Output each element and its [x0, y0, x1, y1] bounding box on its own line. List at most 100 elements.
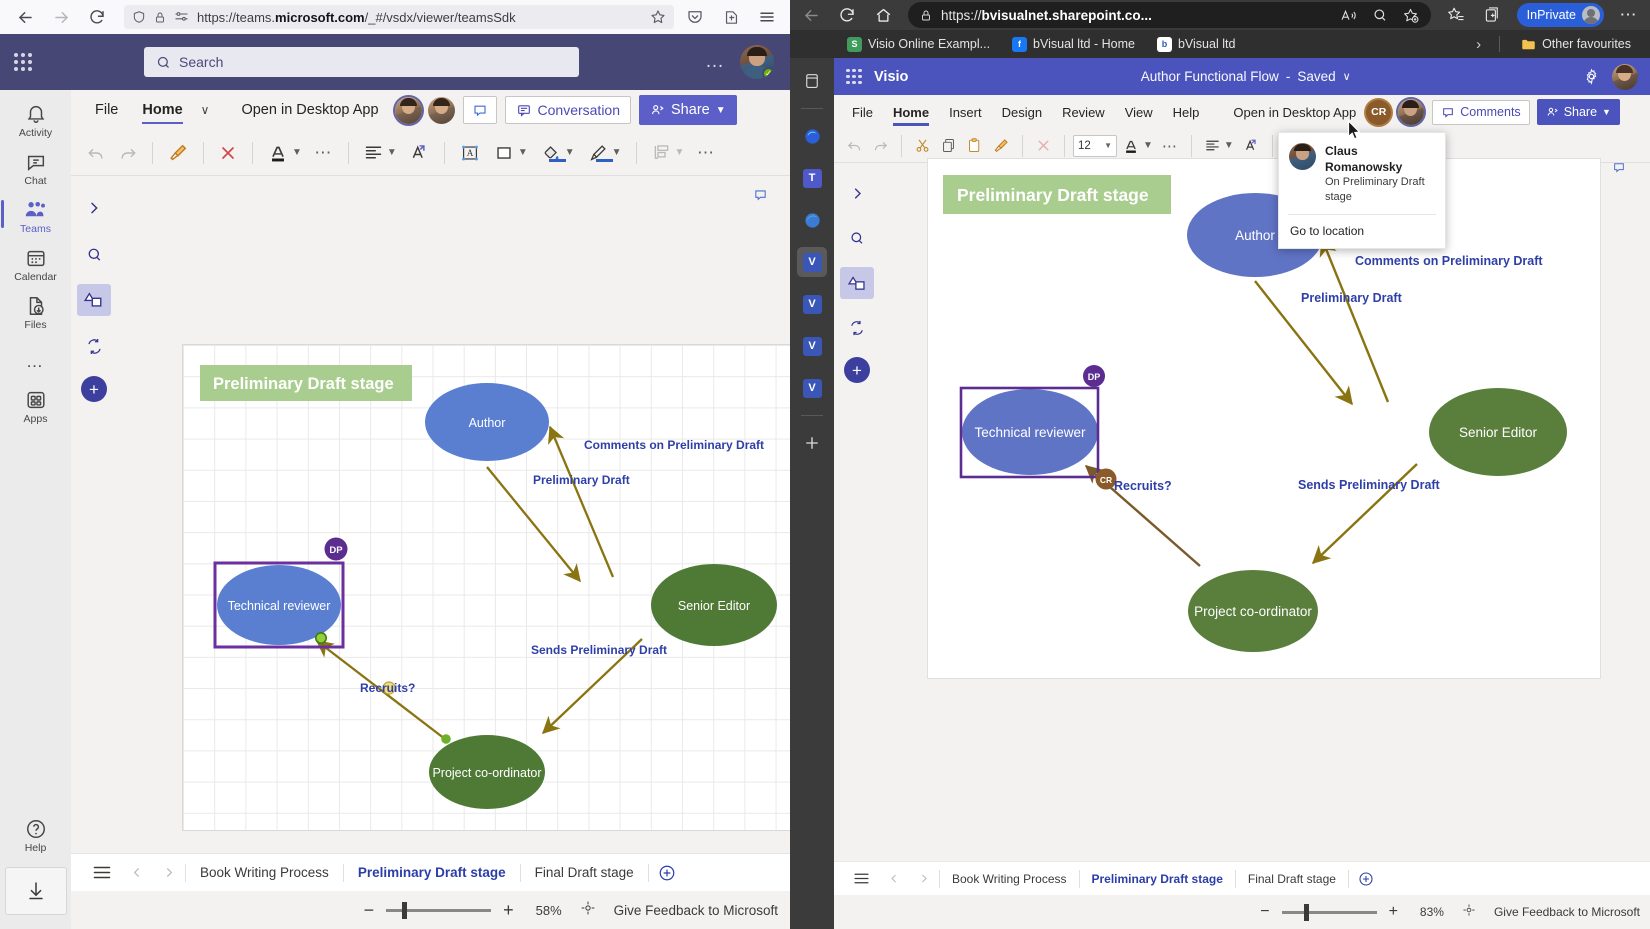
page-tab-preliminary-draft-stage[interactable]: Preliminary Draft stage — [1080, 872, 1235, 886]
sidebar-item-apps[interactable]: Apps — [6, 382, 66, 430]
comment-bubble-icon[interactable] — [1612, 161, 1626, 174]
visio-icon[interactable]: V — [797, 331, 827, 361]
favourite-bvisual-ltd[interactable]: b bVisual ltd — [1146, 36, 1246, 52]
plus-circle-icon[interactable] — [1349, 871, 1383, 887]
address-bar[interactable]: https://bvisualnet.sharepoint.co... — [908, 2, 1431, 28]
edge-icon[interactable] — [797, 205, 827, 235]
sidebar-item-chat[interactable]: Chat — [6, 144, 66, 192]
sidebar-item-calendar[interactable]: Calendar — [6, 240, 66, 288]
overflow-dots-icon[interactable]: ⋯ — [691, 137, 721, 169]
zoom-out-button[interactable]: − — [1248, 903, 1281, 921]
inprivate-badge[interactable]: InPrivate — [1516, 3, 1604, 27]
page-tab-final-draft-stage[interactable]: Final Draft stage — [521, 865, 648, 880]
tab-view[interactable]: View — [1115, 101, 1163, 124]
back-arrow-icon[interactable] — [14, 6, 36, 28]
avatar[interactable] — [427, 96, 455, 124]
other-favourites-folder[interactable]: Other favourites — [1510, 37, 1642, 51]
app-name[interactable]: Visio — [874, 69, 908, 85]
favourite-visio-online-example[interactable]: S Visio Online Exampl... — [836, 36, 1001, 52]
avatar[interactable] — [1612, 63, 1638, 90]
forward-arrow-icon[interactable] — [50, 6, 72, 28]
cut-scissors-icon[interactable] — [910, 133, 935, 159]
copy-icon[interactable] — [936, 133, 961, 159]
format-painter-icon[interactable] — [988, 133, 1014, 159]
search-shapes-icon[interactable] — [840, 222, 874, 254]
zoom-slider-knob[interactable] — [1303, 903, 1309, 921]
go-to-location-button[interactable]: Go to location — [1279, 215, 1445, 248]
plus-circle-icon[interactable] — [649, 864, 685, 882]
search-shapes-icon[interactable] — [77, 238, 111, 270]
redo-icon[interactable] — [113, 137, 143, 169]
chevron-left-icon[interactable] — [121, 865, 153, 880]
comment-button[interactable] — [462, 96, 497, 124]
share-button[interactable]: Share ▼ — [1536, 99, 1620, 125]
avatar[interactable]: ✓ — [740, 45, 774, 79]
conversation-button[interactable]: Conversation — [504, 96, 632, 124]
page-tab-book-writing-process[interactable]: Book Writing Process — [940, 872, 1079, 886]
sidebar-more-icon[interactable]: … — [26, 336, 45, 382]
comments-button[interactable]: Comments — [1432, 99, 1530, 125]
shapes-icon[interactable] — [840, 267, 874, 299]
add-shape-icon[interactable]: + — [81, 376, 107, 402]
fit-page-icon[interactable] — [572, 900, 604, 921]
add-shape-icon[interactable]: + — [844, 357, 870, 383]
visio-icon[interactable]: V — [797, 247, 827, 277]
gear-icon[interactable] — [1583, 68, 1600, 85]
arrange-icon[interactable]: ▼ — [646, 137, 690, 169]
app-launcher-waffle-icon[interactable] — [0, 53, 46, 71]
tab-help[interactable]: Help — [1163, 101, 1210, 124]
sidebar-item-teams[interactable]: Teams — [0, 192, 66, 240]
tab-file[interactable]: File — [83, 96, 130, 124]
visio-icon[interactable]: V — [797, 373, 827, 403]
zoom-in-button[interactable]: + — [1377, 903, 1410, 921]
format-painter-icon[interactable] — [162, 137, 194, 169]
comment-bubble-icon[interactable] — [753, 188, 768, 202]
fill-color-icon[interactable]: ▼ — [535, 137, 580, 169]
tab-file[interactable]: File — [842, 101, 883, 124]
sidebar-item-files[interactable]: Files — [6, 288, 66, 336]
shape-icon[interactable]: ▼ — [488, 137, 533, 169]
zoom-slider[interactable] — [1281, 903, 1377, 921]
replace-shape-icon[interactable] — [77, 330, 111, 362]
chevron-down-icon[interactable]: ∨ — [1343, 70, 1351, 83]
download-app-button[interactable] — [4, 867, 67, 915]
hamburger-icon[interactable] — [83, 864, 121, 881]
visio-icon[interactable]: V — [797, 289, 827, 319]
app-launcher-waffle-icon[interactable] — [834, 68, 874, 85]
undo-icon[interactable] — [81, 137, 111, 169]
zoom-out-button[interactable]: − — [352, 900, 387, 921]
font-color-icon[interactable]: ▼ — [262, 137, 307, 169]
undo-icon[interactable] — [842, 133, 867, 159]
collaborator-callout[interactable]: Claus Romanowsky On Preliminary Draft st… — [1278, 132, 1446, 250]
paste-icon[interactable] — [962, 133, 987, 159]
chevron-left-icon[interactable] — [879, 872, 909, 885]
fit-page-icon[interactable] — [1454, 903, 1484, 922]
page-tab-preliminary-draft-stage[interactable]: Preliminary Draft stage — [344, 865, 520, 880]
tab-review[interactable]: Review — [1052, 101, 1115, 124]
align-icon[interactable]: ▼ — [1200, 133, 1238, 159]
expand-chevron-icon[interactable] — [840, 177, 874, 209]
sidebar-item-help[interactable]: Help — [6, 811, 66, 859]
teams-icon[interactable]: T — [797, 163, 827, 193]
open-in-desktop-app-button[interactable]: Open in Desktop App — [215, 102, 388, 118]
edge-copilot-icon[interactable] — [797, 121, 827, 151]
teams-more-icon[interactable]: … — [705, 51, 740, 73]
delete-x-icon[interactable] — [213, 137, 243, 169]
avatar[interactable] — [1398, 99, 1425, 125]
shapes-icon[interactable] — [77, 284, 111, 316]
text-box-icon[interactable]: A — [454, 137, 486, 169]
feedback-link[interactable]: Give Feedback to Microsoft — [1484, 905, 1640, 919]
diagram-canvas[interactable]: Preliminary Draft stage Author Senior Ed… — [880, 159, 1650, 861]
reload-icon[interactable] — [86, 6, 108, 28]
expand-chevron-icon[interactable] — [77, 192, 111, 224]
chevron-right-icon[interactable] — [153, 865, 185, 880]
feedback-link[interactable]: Give Feedback to Microsoft — [604, 903, 778, 918]
favourites-icon[interactable] — [1445, 4, 1467, 26]
share-button[interactable]: Share ▼ — [639, 95, 737, 125]
tab-insert[interactable]: Insert — [939, 101, 992, 124]
font-color-icon[interactable]: ▼ — [1118, 133, 1157, 159]
extensions-icon[interactable] — [720, 6, 742, 28]
overflow-dots-icon[interactable]: ⋯ — [1158, 133, 1183, 159]
align-icon[interactable]: ▼ — [358, 137, 402, 169]
collections-icon[interactable] — [1481, 4, 1503, 26]
